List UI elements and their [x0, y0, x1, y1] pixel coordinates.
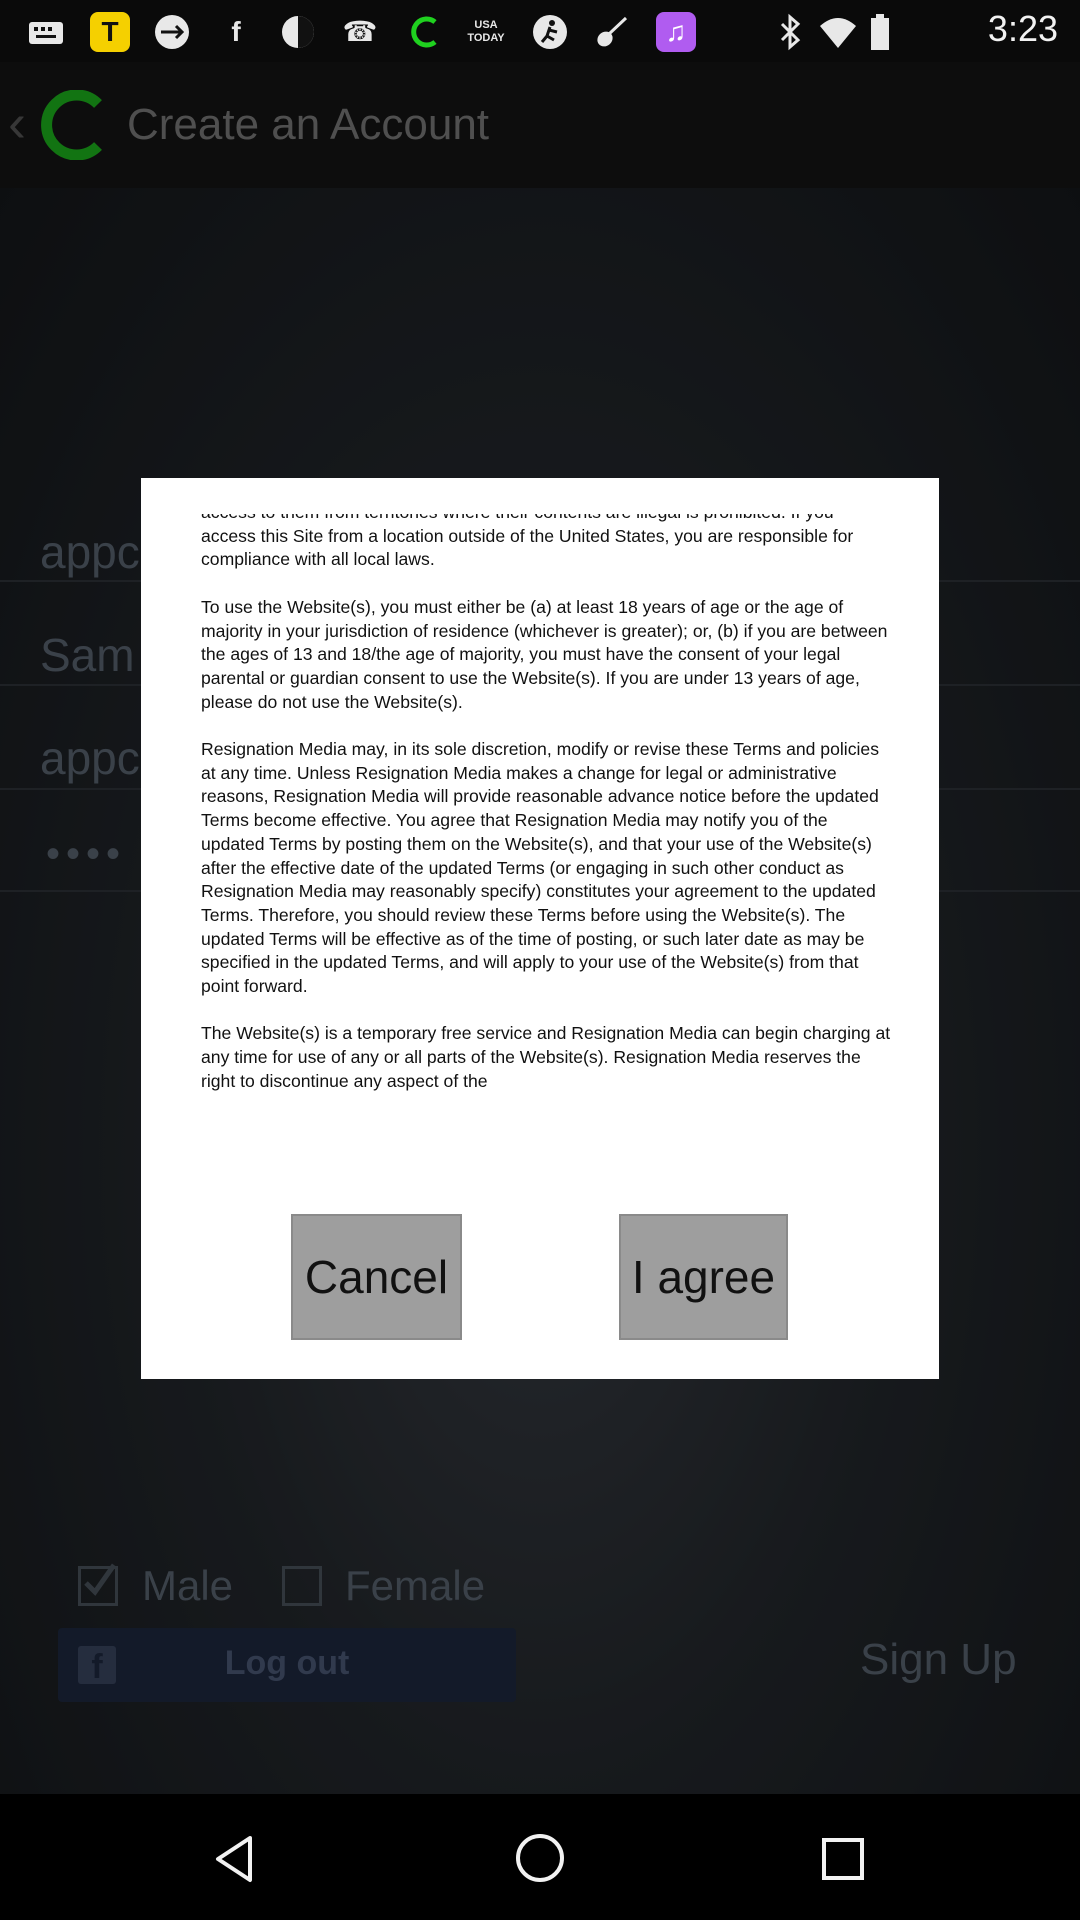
- c-app-icon: [404, 12, 444, 52]
- usa-today-icon: USA TODAY: [467, 19, 505, 44]
- phone-icon: ☎: [342, 16, 378, 47]
- navigation-bar: [0, 1794, 1080, 1920]
- recents-nav-icon[interactable]: [820, 1836, 866, 1882]
- cancel-button[interactable]: Cancel: [291, 1214, 462, 1340]
- soccer-icon: [530, 12, 570, 52]
- usb-icon: [152, 12, 192, 52]
- theme-icon: [278, 12, 318, 52]
- terms-paragraph: To use the Website(s), you must either b…: [201, 596, 888, 712]
- terms-paragraph: The Website(s) is a temporary free servi…: [201, 1023, 891, 1091]
- facebook-icon: f: [231, 16, 241, 47]
- terms-dialog: access to them from territories where th…: [141, 478, 939, 1379]
- status-bar: T f ☎ USA TODAY ♫ 3:23: [0, 0, 1080, 62]
- terms-text[interactable]: access to them from territories where th…: [201, 514, 891, 1170]
- t-app-icon: T: [90, 12, 130, 52]
- status-time: 3:23: [987, 8, 1058, 49]
- agree-button[interactable]: I agree: [619, 1214, 788, 1340]
- back-nav-icon[interactable]: [212, 1834, 258, 1884]
- music-icon: ♫: [656, 12, 696, 52]
- battery-icon: [868, 12, 892, 52]
- guitar-icon: [592, 12, 632, 52]
- wifi-icon: [818, 12, 858, 52]
- notifications-icon: [26, 12, 66, 52]
- bluetooth-icon: [772, 12, 808, 52]
- terms-paragraph: Resignation Media may, in its sole discr…: [201, 739, 879, 997]
- terms-paragraph: access to them from territories where th…: [201, 514, 854, 570]
- home-nav-icon[interactable]: [514, 1832, 566, 1884]
